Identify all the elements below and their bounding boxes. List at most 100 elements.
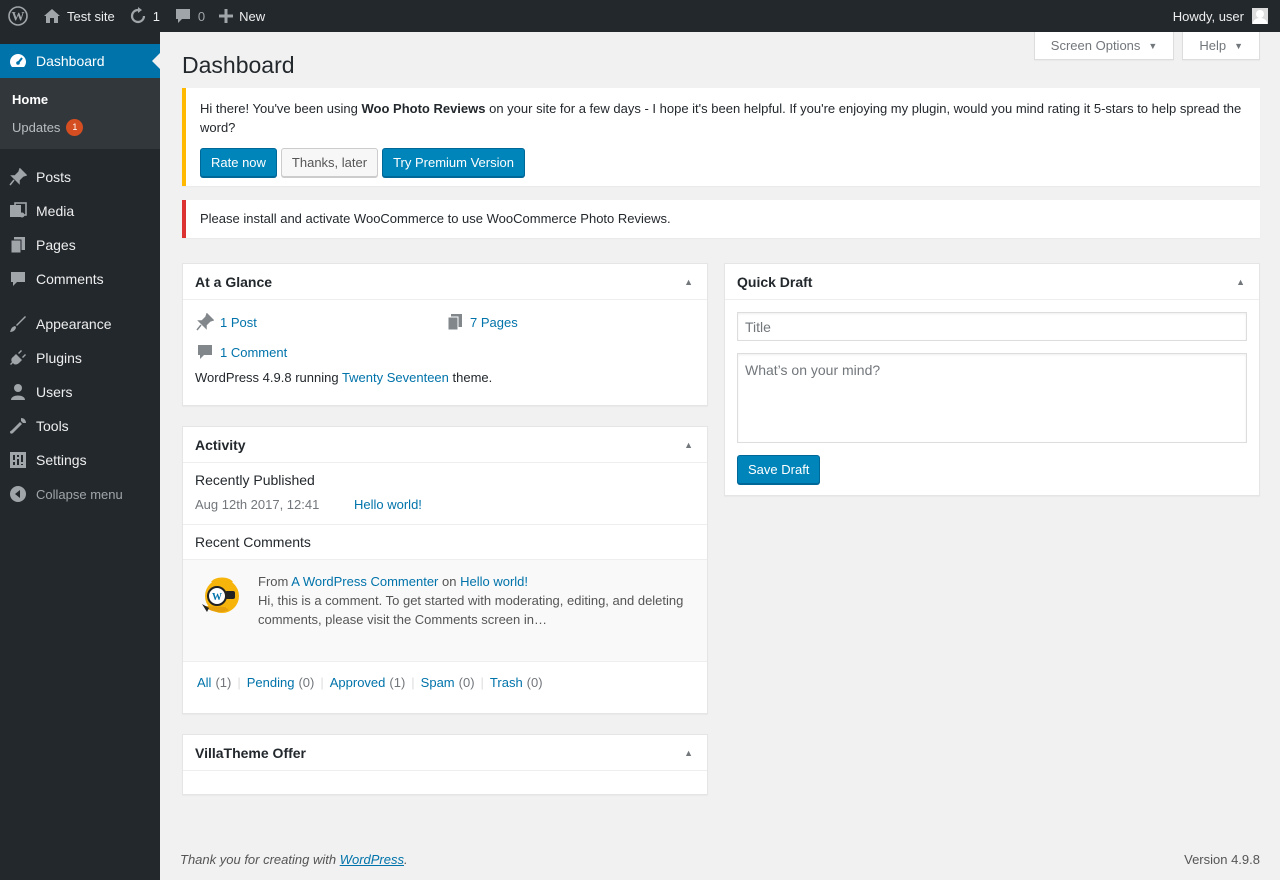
refresh-icon [129, 7, 147, 25]
filter-trash-link[interactable]: Trash [490, 675, 523, 690]
quick-draft-header[interactable]: Quick Draft ▲ [725, 264, 1259, 300]
recent-comments-heading: Recent Comments [195, 534, 311, 550]
toggle-arrow-icon[interactable]: ▲ [1236, 277, 1245, 287]
save-draft-button[interactable]: Save Draft [737, 455, 821, 484]
toggle-arrow-icon[interactable]: ▲ [684, 277, 693, 287]
review-notice: Hi there! You've been using Woo Photo Re… [182, 88, 1260, 186]
post-title-link[interactable]: Hello world! [354, 497, 422, 512]
help-label: Help [1199, 38, 1227, 53]
settings-icon [8, 450, 28, 470]
thanks-later-button[interactable]: Thanks, later [280, 148, 379, 177]
draft-content-placeholder: What’s on your mind? [745, 362, 881, 378]
home-icon [43, 8, 61, 24]
glance-pages-link[interactable]: 7 Pages [445, 312, 518, 332]
menu-appearance-label: Appearance [36, 316, 112, 332]
at-a-glance-header[interactable]: At a Glance ▲ [183, 264, 707, 300]
menu-users[interactable]: Users [0, 375, 160, 409]
glance-footer: WordPress 4.9.8 running Twenty Seventeen… [195, 370, 493, 385]
menu-tools[interactable]: Tools [0, 409, 160, 443]
site-name: Test site [67, 8, 115, 24]
menu-plugins[interactable]: Plugins [0, 341, 160, 375]
commenter-avatar: W [199, 574, 241, 616]
draft-content-textarea[interactable]: What’s on your mind? [737, 353, 1247, 443]
plus-icon [219, 9, 234, 23]
toggle-arrow-icon[interactable]: ▲ [684, 748, 693, 758]
menu-appearance[interactable]: Appearance [0, 307, 160, 341]
review-notice-actions: Rate now Thanks, later Try Premium Versi… [200, 148, 1246, 177]
help-button[interactable]: Help ▼ [1182, 32, 1260, 60]
pages-icon [8, 235, 28, 255]
published-item: Aug 12th 2017, 12:41 Hello world! [183, 497, 707, 524]
filter-spam-link[interactable]: Spam [421, 675, 455, 690]
user-icon [8, 382, 28, 402]
wrench-icon [8, 416, 28, 436]
draft-title-input[interactable]: Title [737, 312, 1247, 341]
comment-item: W From A WordPress Commenter on Hello wo… [183, 559, 707, 661]
svg-text:W: W [212, 592, 222, 603]
filter-approved-link[interactable]: Approved [330, 675, 386, 690]
villatheme-offer-header[interactable]: VillaTheme Offer ▲ [183, 735, 707, 771]
plugin-icon [8, 348, 28, 368]
glance-pages: 7 Pages [470, 314, 518, 330]
menu-posts[interactable]: Posts [0, 160, 160, 194]
widget-title: At a Glance [195, 273, 273, 290]
caret-down-icon: ▼ [1234, 40, 1243, 51]
screen-options-button[interactable]: Screen Options ▼ [1033, 32, 1175, 60]
wordpress-logo-icon[interactable]: W [0, 0, 36, 32]
submenu-updates-label: Updates [12, 119, 61, 135]
menu-media[interactable]: Media [0, 194, 160, 228]
filter-pending-link[interactable]: Pending [247, 675, 295, 690]
glance-posts-link[interactable]: 1 Post [195, 312, 257, 332]
my-account-link[interactable]: Howdy, user [1166, 0, 1280, 32]
widget-title: Activity [195, 436, 246, 453]
site-name-link[interactable]: Test site [36, 0, 122, 32]
menu-dashboard[interactable]: Dashboard [0, 44, 160, 78]
caret-down-icon: ▼ [1148, 40, 1158, 51]
avatar [1252, 8, 1268, 24]
menu-comments[interactable]: Comments [0, 262, 160, 296]
footer-version: Version 4.9.8 [1184, 852, 1260, 867]
screen-meta-links: Screen Options ▼ Help ▼ [1033, 32, 1260, 60]
dashboard-icon [8, 51, 28, 71]
admin-bar: W Test site 1 0 New Howdy, user [0, 0, 1280, 32]
main-content: Screen Options ▼ Help ▼ Dashboard Hi the… [160, 32, 1280, 880]
menu-settings[interactable]: Settings [0, 443, 160, 477]
filter-all-link[interactable]: All [197, 675, 211, 690]
dashboard-submenu: Home Updates 1 [0, 78, 160, 149]
activity-widget: Activity ▲ Recently Published Aug 12th 2… [182, 426, 708, 714]
footer-thanks: Thank you for creating with WordPress. [180, 852, 408, 867]
menu-comments-label: Comments [36, 271, 104, 287]
submenu-home[interactable]: Home [0, 85, 160, 113]
toggle-arrow-icon[interactable]: ▲ [684, 440, 693, 450]
brush-icon [8, 314, 28, 334]
submenu-updates[interactable]: Updates 1 [0, 113, 160, 141]
comment-bubble-icon [174, 8, 192, 24]
rate-now-button[interactable]: Rate now [200, 148, 277, 177]
glance-comments-link[interactable]: 1 Comment [195, 342, 287, 362]
try-premium-button[interactable]: Try Premium Version [382, 148, 525, 177]
pages-icon [445, 312, 465, 332]
wordpress-link[interactable]: WordPress [340, 852, 404, 867]
glance-items: 1 Post 7 Pages 1 Comment [195, 300, 695, 370]
updates-badge: 1 [66, 118, 84, 136]
comment-post-link[interactable]: Hello world! [460, 574, 528, 589]
comments-link[interactable]: 0 [167, 0, 212, 32]
at-a-glance-widget: At a Glance ▲ 1 Post 7 Pages 1 Comment W… [182, 263, 708, 406]
comment-author-link[interactable]: A WordPress Commenter [291, 574, 438, 589]
collapse-menu-button[interactable]: Collapse menu [0, 477, 160, 511]
new-content-link[interactable]: New [212, 0, 272, 32]
menu-pages[interactable]: Pages [0, 228, 160, 262]
activity-header[interactable]: Activity ▲ [183, 427, 707, 463]
updates-link[interactable]: 1 [122, 0, 167, 32]
comment-icon [195, 342, 215, 362]
updates-count: 1 [152, 8, 160, 24]
menu-pages-label: Pages [36, 237, 76, 253]
comment-filter-links: All (1) | Pending (0) | Approved (1) | Spam… [183, 661, 707, 703]
pin-icon [8, 167, 28, 187]
woocommerce-error-notice: Please install and activate WooCommerce … [182, 200, 1260, 238]
menu-users-label: Users [36, 384, 73, 400]
comment-excerpt: Hi, this is a comment. To get started wi… [258, 593, 684, 627]
svg-text:W: W [12, 9, 25, 24]
theme-link[interactable]: Twenty Seventeen [342, 370, 449, 385]
recently-published-heading: Recently Published [195, 472, 315, 488]
